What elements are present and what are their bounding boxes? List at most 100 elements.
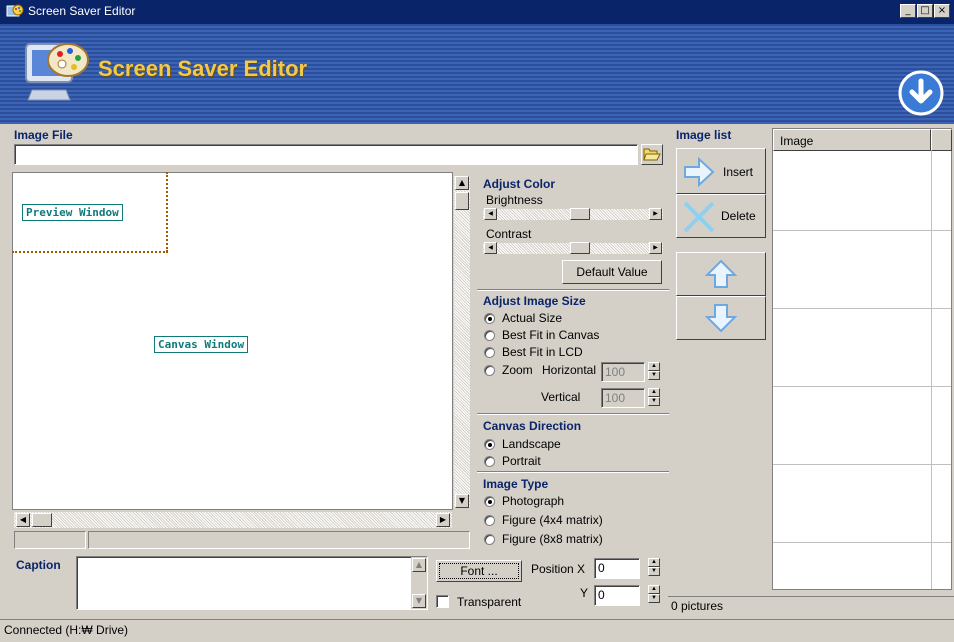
figure-4x4-radio[interactable] — [484, 515, 495, 526]
scroll-up-button[interactable]: ▲ — [455, 176, 469, 190]
position-x-input[interactable]: 0 — [594, 558, 640, 579]
adjust-size-title: Adjust Image Size — [483, 294, 586, 308]
transparent-checkbox[interactable] — [436, 595, 449, 608]
best-fit-canvas-label: Best Fit in Canvas — [502, 328, 600, 342]
move-up-button[interactable] — [676, 252, 766, 296]
contrast-right-button[interactable]: ▶ — [649, 242, 662, 254]
portrait-label: Portrait — [502, 454, 541, 468]
move-up-icon — [705, 259, 737, 288]
figure-8x8-radio[interactable] — [484, 534, 495, 545]
font-button[interactable]: Font ... — [436, 560, 522, 582]
close-button[interactable]: × — [934, 4, 950, 18]
grid-line — [773, 542, 951, 543]
section-divider — [477, 289, 669, 291]
picture-count: 0 pictures — [668, 596, 954, 614]
contrast-left-button[interactable]: ◀ — [484, 242, 497, 254]
brightness-right-button[interactable]: ▶ — [649, 208, 662, 220]
figure-8x8-label: Figure (8x8 matrix) — [502, 532, 603, 546]
scroll-right-button[interactable]: ▶ — [436, 513, 450, 527]
canvas-hscroll-thumb[interactable] — [32, 513, 52, 527]
grid-line — [773, 308, 951, 309]
position-y-label: Y — [580, 586, 589, 600]
best-fit-lcd-radio[interactable] — [484, 347, 495, 358]
scroll-down-button[interactable]: ▼ — [455, 494, 469, 508]
vertical-label: Vertical — [541, 390, 581, 404]
vertical-zoom-input[interactable]: 100 — [601, 388, 645, 408]
horizontal-label: Horizontal — [542, 363, 597, 377]
canvas-direction-title: Canvas Direction — [483, 419, 582, 433]
maximize-button[interactable]: □ — [917, 4, 933, 18]
canvas-window-label: Canvas Window — [154, 336, 249, 353]
grid-line — [931, 151, 932, 589]
section-divider — [477, 413, 669, 415]
brightness-slider-thumb[interactable] — [570, 208, 590, 220]
extra-column-header[interactable] — [931, 129, 952, 151]
canvas-status-panel-2 — [88, 531, 470, 549]
landscape-label: Landscape — [502, 437, 561, 451]
contrast-slider-thumb[interactable] — [570, 242, 590, 254]
position-y-spinner[interactable]: ▲ ▼ — [648, 585, 660, 603]
caption-textarea[interactable] — [76, 556, 428, 610]
image-file-label: Image File — [14, 128, 73, 142]
canvas-vscroll-thumb[interactable] — [455, 192, 469, 210]
delete-label: Delete — [721, 209, 756, 223]
horizontal-zoom-input[interactable]: 100 — [601, 362, 645, 382]
move-down-button[interactable] — [676, 296, 766, 340]
image-file-input[interactable] — [14, 144, 638, 165]
caption-label: Caption — [16, 558, 61, 572]
caption-scroll-up[interactable]: ▲ — [412, 558, 426, 572]
position-y-input[interactable]: 0 — [594, 585, 640, 606]
banner-title: Screen Saver Editor — [98, 56, 308, 81]
canvas-vscroll-track[interactable] — [454, 176, 470, 508]
actual-size-radio[interactable] — [484, 313, 495, 324]
best-fit-canvas-radio[interactable] — [484, 330, 495, 341]
grid-line — [773, 386, 951, 387]
landscape-radio[interactable] — [484, 439, 495, 450]
insert-label: Insert — [723, 165, 754, 179]
zoom-radio[interactable] — [484, 365, 495, 376]
title-bar: Screen Saver Editor _ □ × — [0, 0, 954, 24]
actual-size-label: Actual Size — [502, 311, 563, 325]
image-type-title: Image Type — [483, 477, 549, 491]
figure-4x4-label: Figure (4x4 matrix) — [502, 513, 603, 527]
photograph-radio[interactable] — [484, 496, 495, 507]
move-down-icon — [705, 304, 737, 333]
minimize-button[interactable]: _ — [900, 4, 916, 18]
transparent-label: Transparent — [457, 595, 522, 609]
canvas-hscroll-track[interactable] — [14, 512, 452, 528]
contrast-label: Contrast — [486, 227, 532, 241]
image-list-table[interactable] — [772, 128, 952, 590]
screensaver-app-icon — [6, 4, 24, 17]
delete-button[interactable]: Delete — [676, 194, 766, 238]
image-list-label: Image list — [676, 128, 732, 142]
position-x-label: Position X — [531, 562, 586, 576]
image-column-header[interactable]: Image — [773, 129, 931, 151]
position-x-spinner[interactable]: ▲ ▼ — [648, 558, 660, 576]
scroll-left-button[interactable]: ◀ — [16, 513, 30, 527]
vertical-zoom-spinner[interactable]: ▲ ▼ — [648, 388, 660, 406]
best-fit-lcd-label: Best Fit in LCD — [502, 345, 583, 359]
preview-boundary-horizontal — [12, 251, 168, 253]
photograph-label: Photograph — [502, 494, 565, 508]
grid-line — [773, 230, 951, 231]
delete-x-icon — [683, 201, 715, 233]
insert-button[interactable]: Insert — [676, 148, 766, 194]
preview-window-label: Preview Window — [22, 204, 123, 221]
preview-boundary-vertical — [166, 172, 168, 252]
portrait-radio[interactable] — [484, 456, 495, 467]
canvas-status-panel-1 — [14, 531, 86, 549]
caption-scroll-down[interactable]: ▼ — [412, 594, 426, 608]
zoom-label: Zoom — [502, 363, 533, 377]
status-bar: Connected (H:₩ Drive) — [0, 619, 954, 642]
adjust-color-title: Adjust Color — [483, 177, 555, 191]
browse-button[interactable] — [641, 144, 663, 165]
palette-monitor-icon — [25, 43, 89, 101]
default-value-button[interactable]: Default Value — [562, 260, 662, 284]
section-divider — [477, 471, 669, 473]
grid-line — [773, 464, 951, 465]
horizontal-zoom-spinner[interactable]: ▲ ▼ — [648, 362, 660, 380]
brightness-left-button[interactable]: ◀ — [484, 208, 497, 220]
download-circle-icon[interactable] — [898, 70, 944, 116]
window-title: Screen Saver Editor — [28, 4, 136, 18]
brightness-label: Brightness — [486, 193, 543, 207]
